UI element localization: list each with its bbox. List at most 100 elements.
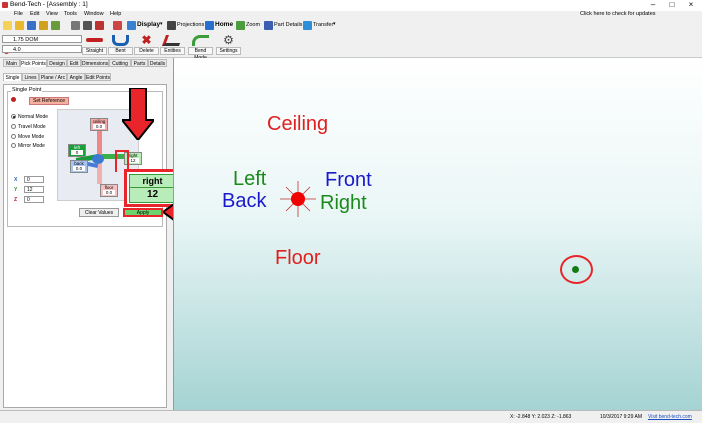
projections-button[interactable]: Projections [177,22,204,28]
tab-edit[interactable]: Edit [67,59,81,67]
straight-button[interactable]: Straight [82,34,107,56]
projections-icon[interactable] [167,21,176,30]
save-icon[interactable] [27,21,36,30]
down-arrow-icon [122,88,154,140]
travel-mode-radio[interactable] [11,124,16,129]
gizmo-ceiling-value: 0.0 [93,124,105,129]
gizmo-left-box[interactable]: left 0 [68,144,86,157]
menu-view[interactable]: View [46,11,58,17]
menu-window[interactable]: Window [84,11,104,17]
menu-bar: File Edit View Tools Window Help Click h… [0,11,702,19]
maximize-button[interactable]: □ [663,0,681,10]
new-file-icon[interactable] [3,21,12,30]
bend-mode-button-label: Bend Mode [188,47,213,61]
move-mode-radio[interactable] [11,134,16,139]
callout-label: right [129,174,176,188]
print-preview-icon[interactable] [83,21,92,30]
material-select[interactable]: 1.75 DOM [2,35,82,43]
gizmo-center [92,154,104,164]
zoom-button[interactable]: Zoom [246,22,260,28]
settings-button[interactable]: ⚙ Settings [216,34,241,56]
tab-angle[interactable]: Angle [67,73,85,81]
display-icon[interactable] [127,21,136,30]
tool-icon[interactable] [113,21,122,30]
travel-mode-label: Travel Mode [18,124,46,130]
picked-point[interactable] [572,266,579,273]
tab-cutting[interactable]: Cutting [109,59,131,67]
bent-tube-icon [112,35,129,46]
x-label: X [14,177,18,183]
settings-button-label: Settings [216,47,241,55]
delete-button[interactable]: ✖ Delete [134,34,159,56]
part-details-icon[interactable] [264,21,273,30]
y-field[interactable]: 12 [24,186,44,193]
normal-mode-radio[interactable] [11,114,16,119]
menu-help[interactable]: Help [110,11,121,17]
menu-edit[interactable]: Edit [30,11,39,17]
gizmo-back-box[interactable]: back 0.0 [70,160,88,173]
part-details-button[interactable]: Part Details [274,22,302,28]
tab-details[interactable]: Details [148,59,167,67]
z-field[interactable]: 0 [24,196,44,203]
transfer-icon[interactable] [303,21,312,30]
dropdown-arrow-icon[interactable]: ▾ [160,21,163,27]
tab-main[interactable]: Main [3,59,20,67]
home-icon[interactable] [205,21,214,30]
origin-marker [280,181,316,217]
group-title: Single Point [11,87,43,93]
open-folder-icon[interactable] [15,21,24,30]
y-label: Y [14,187,18,193]
zoom-icon[interactable] [236,21,245,30]
mirror-mode-radio[interactable] [11,143,16,148]
gizmo-floor-box[interactable]: floor 0.0 [100,184,118,197]
import-icon[interactable] [39,21,48,30]
date-time: 10/3/2017 9:29 AM [600,414,642,420]
x-field[interactable]: 0 [24,176,44,183]
delete-button-label: Delete [134,47,159,55]
tab-dimensions[interactable]: Dimensions [81,59,109,67]
tab-pick-points[interactable]: Pick Points [20,59,47,67]
gizmo-left-value: 0 [71,150,83,155]
bent-button[interactable]: Bent [108,34,133,56]
tab-design[interactable]: Design [47,59,67,67]
gear-icon: ⚙ [223,33,234,47]
value-select[interactable]: 4.0 [2,45,82,53]
tab-parts[interactable]: Parts [131,59,148,67]
straight-tube-icon [86,38,103,42]
cursor-coordinates: X: -2.848 Y: 2.023 Z: -1.863 [510,414,572,420]
menu-file[interactable]: File [14,11,23,17]
set-reference-button[interactable]: Set Reference [29,97,69,105]
tab-lines[interactable]: Lines [22,73,39,81]
status-bar: X: -2.848 Y: 2.023 Z: -1.863 10/3/2017 9… [0,410,702,423]
home-button[interactable]: Home [215,21,233,28]
bend-mode-button[interactable]: Bend Mode [188,34,213,61]
report-icon[interactable] [95,21,104,30]
print-icon[interactable] [71,21,80,30]
minimize-button[interactable]: – [644,0,662,10]
tab-single[interactable]: Single [3,73,22,81]
update-notice-link[interactable]: Click here to check for updates [580,11,656,17]
export-icon[interactable] [51,21,60,30]
clear-values-button[interactable]: Clear Values [79,208,119,217]
gizmo-floor-value: 0.0 [103,190,115,195]
gizmo-ceiling-box[interactable]: ceiling 0.0 [90,118,108,131]
tab-plane-arc[interactable]: Plane / Arc [39,73,67,81]
bent-button-label: Bent [108,47,133,55]
window-title: Bend-Tech - [Assembly : 1] [10,1,88,8]
entities-button[interactable]: Entities [160,34,185,56]
close-button[interactable]: × [682,0,700,10]
tab-edit-points[interactable]: Edit Points [85,73,111,81]
transfer-button[interactable]: Transfer [313,22,333,28]
apply-button[interactable]: Apply [123,208,163,217]
dropdown-arrow-icon[interactable]: ▾ [333,21,336,27]
website-link[interactable]: Visit bend-tech.com [648,414,692,420]
display-menu[interactable]: Display [137,21,160,28]
ceiling-label: Ceiling [267,113,329,135]
move-mode-label: Move Mode [18,134,45,140]
delete-icon: ✖ [141,33,152,47]
menu-tools[interactable]: Tools [64,11,77,17]
front-label: Front [325,169,372,191]
viewport-canvas[interactable] [173,58,702,410]
reference-icon [11,97,16,102]
floor-label: Floor [275,247,321,269]
